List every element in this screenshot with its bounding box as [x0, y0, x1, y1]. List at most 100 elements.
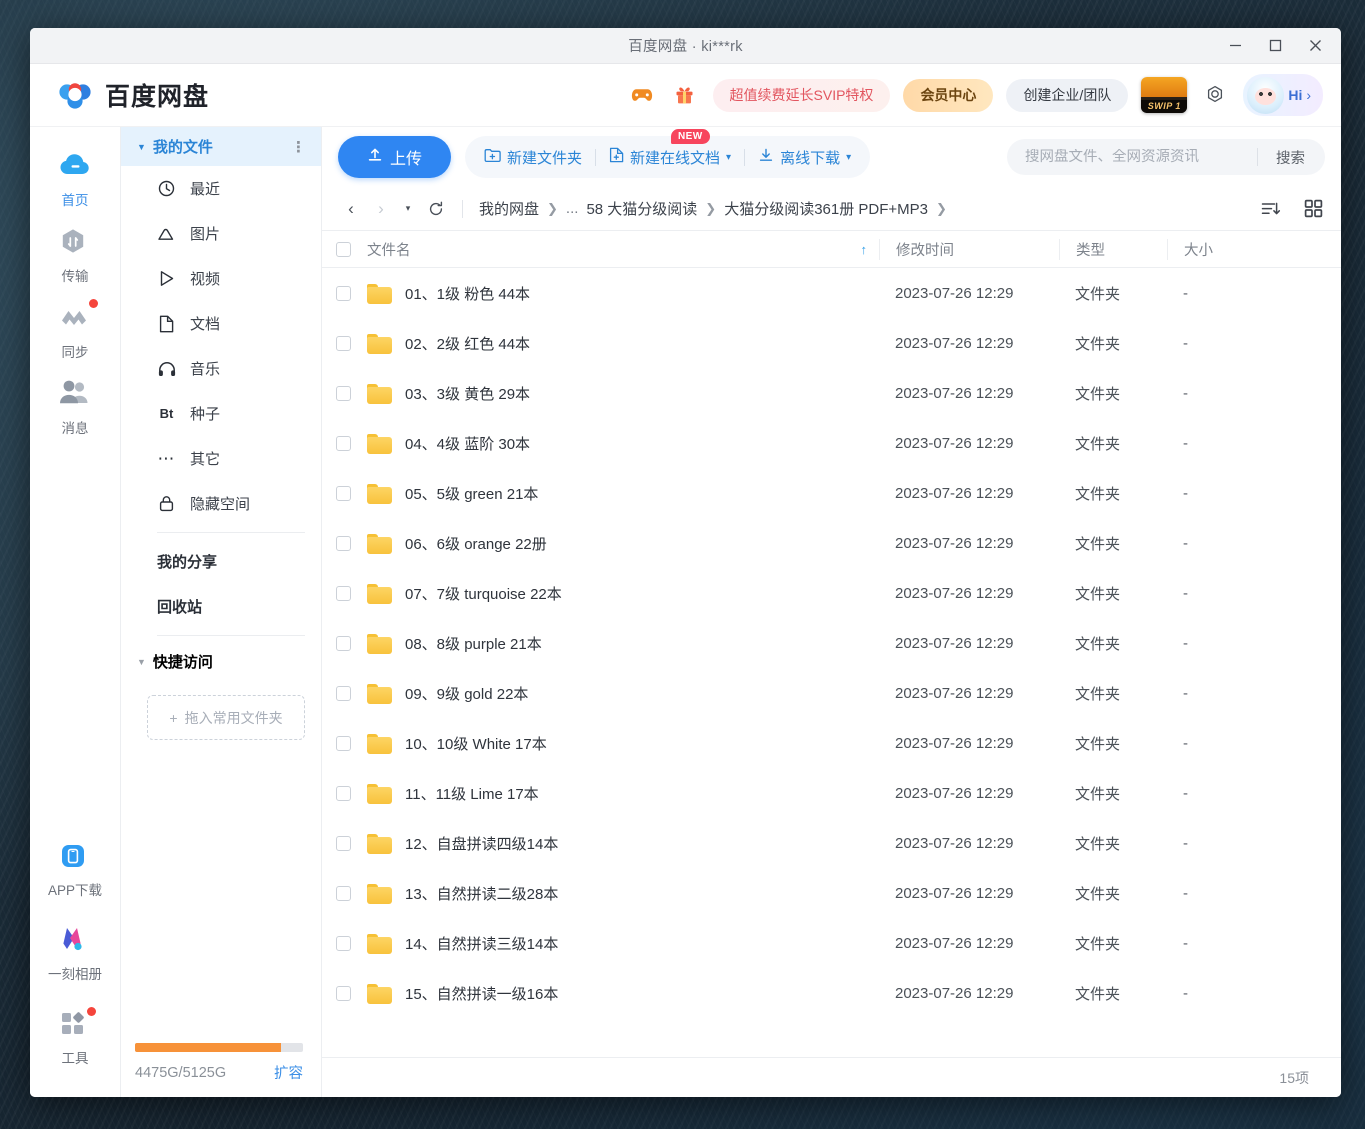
rail-item-sync[interactable]: 同步 [38, 293, 112, 369]
row-checkbox[interactable] [336, 936, 351, 951]
row-checkbox[interactable] [336, 486, 351, 501]
table-row[interactable]: 01、1级 粉色 44本2023-07-26 12:29文件夹- [322, 268, 1341, 318]
svip-promo-button[interactable]: 超值续费延长SVIP特权 [713, 79, 891, 112]
cell-filename: 06、6级 orange 22册 [351, 533, 879, 554]
tree-item-recycle-bin[interactable]: 回收站 [121, 584, 321, 629]
new-online-doc-button[interactable]: 新建在线文档 ▾ [596, 140, 744, 174]
swip-level-badge[interactable]: SWIP 1 [1141, 77, 1187, 113]
search-input[interactable] [1025, 149, 1255, 165]
minimize-button[interactable] [1215, 29, 1255, 63]
row-checkbox[interactable] [336, 836, 351, 851]
breadcrumb-item-current[interactable]: 大猫分级阅读361册 PDF+MP3 [724, 198, 928, 219]
nav-back-button[interactable]: ‹ [338, 196, 364, 222]
tree-section-quick-access[interactable]: ▼ 快捷访问 [121, 642, 321, 681]
row-checkbox[interactable] [336, 436, 351, 451]
tree-item-documents[interactable]: 文档 [121, 301, 321, 346]
table-row[interactable]: 03、3级 黄色 29本2023-07-26 12:29文件夹- [322, 368, 1341, 418]
tree-item-images[interactable]: 图片 [121, 211, 321, 256]
vip-center-button[interactable]: 会员中心 [903, 79, 993, 112]
row-checkbox[interactable] [336, 286, 351, 301]
brand-logo[interactable]: 百度网盘 [58, 77, 209, 113]
user-account-chip[interactable]: Hi › [1243, 74, 1323, 116]
column-header-size[interactable]: 大小 [1167, 239, 1287, 260]
table-row[interactable]: 02、2级 红色 44本2023-07-26 12:29文件夹- [322, 318, 1341, 368]
table-row[interactable]: 05、5级 green 21本2023-07-26 12:29文件夹- [322, 468, 1341, 518]
row-checkbox[interactable] [336, 886, 351, 901]
row-checkbox[interactable] [336, 786, 351, 801]
row-checkbox[interactable] [336, 336, 351, 351]
table-row[interactable]: 08、8级 purple 21本2023-07-26 12:29文件夹- [322, 618, 1341, 668]
table-row[interactable]: 13、自然拼读二级28本2023-07-26 12:29文件夹- [322, 868, 1341, 918]
tree-item-hidden-space[interactable]: 隐藏空间 [121, 481, 321, 526]
more-vertical-icon[interactable]: ⋮ [291, 138, 307, 156]
table-row[interactable]: 15、自然拼读一级16本2023-07-26 12:29文件夹- [322, 968, 1341, 1018]
breadcrumb-divider [462, 200, 463, 218]
tree-item-torrent[interactable]: Bt 种子 [121, 391, 321, 436]
left-rail: 首页 传输 同步 [30, 127, 121, 1097]
expand-storage-link[interactable]: 扩容 [274, 1062, 303, 1083]
table-row[interactable]: 14、自然拼读三级14本2023-07-26 12:29文件夹- [322, 918, 1341, 968]
cell-type: 文件夹 [1059, 333, 1167, 354]
grid-view-icon[interactable] [1301, 197, 1325, 221]
tree-item-recent[interactable]: 最近 [121, 166, 321, 211]
row-checkbox[interactable] [336, 386, 351, 401]
sort-ascending-icon: ↑ [861, 242, 868, 257]
rail-item-tools[interactable]: 工具 [38, 999, 112, 1075]
rail-item-transfer[interactable]: 传输 [38, 217, 112, 293]
new-folder-label: 新建文件夹 [507, 147, 582, 168]
row-checkbox[interactable] [336, 986, 351, 1001]
tree-root-label: 我的文件 [153, 136, 213, 157]
row-checkbox[interactable] [336, 636, 351, 651]
tree-item-label: 文档 [190, 313, 220, 334]
nav-history-caret-icon[interactable]: ▾ [398, 203, 418, 214]
cell-size: - [1167, 435, 1287, 452]
tree-root-my-files[interactable]: ▼ 我的文件 ⋮ [121, 127, 321, 166]
refresh-button[interactable] [422, 196, 450, 222]
tools-grid-icon [58, 1009, 92, 1041]
row-checkbox[interactable] [336, 586, 351, 601]
column-header-modified[interactable]: 修改时间 [879, 239, 1059, 260]
table-row[interactable]: 11、11级 Lime 17本2023-07-26 12:29文件夹- [322, 768, 1341, 818]
close-button[interactable] [1295, 29, 1335, 63]
search-button[interactable]: 搜索 [1260, 147, 1321, 168]
nav-forward-button[interactable]: › [368, 196, 394, 222]
breadcrumb-item-parent[interactable]: 58 大猫分级阅读 [586, 198, 697, 219]
select-all-checkbox[interactable] [336, 242, 351, 257]
list-sort-icon[interactable] [1259, 197, 1283, 221]
table-row[interactable]: 09、9级 gold 22本2023-07-26 12:29文件夹- [322, 668, 1341, 718]
row-checkbox[interactable] [336, 736, 351, 751]
gamepad-icon[interactable] [627, 80, 657, 110]
baidu-netdisk-window: 百度网盘 · ki***rk [30, 28, 1341, 1097]
table-row[interactable]: 06、6级 orange 22册2023-07-26 12:29文件夹- [322, 518, 1341, 568]
cell-size: - [1167, 735, 1287, 752]
rail-item-home[interactable]: 首页 [38, 141, 112, 217]
breadcrumb-ellipsis[interactable]: ... [566, 200, 579, 217]
rail-item-messages[interactable]: 消息 [38, 369, 112, 445]
table-row[interactable]: 07、7级 turquoise 22本2023-07-26 12:29文件夹- [322, 568, 1341, 618]
tree-item-videos[interactable]: 视频 [121, 256, 321, 301]
tree-item-others[interactable]: ⋯ 其它 [121, 436, 321, 481]
table-row[interactable]: 10、10级 White 17本2023-07-26 12:29文件夹- [322, 718, 1341, 768]
tree-item-my-shares[interactable]: 我的分享 [121, 539, 321, 584]
column-header-type[interactable]: 类型 [1059, 239, 1167, 260]
rail-item-photo-album[interactable]: 一刻相册 [38, 915, 112, 991]
table-row[interactable]: 04、4级 蓝阶 30本2023-07-26 12:29文件夹- [322, 418, 1341, 468]
row-checkbox[interactable] [336, 536, 351, 551]
search-box[interactable]: 搜索 [1007, 139, 1325, 175]
tree-item-music[interactable]: 音乐 [121, 346, 321, 391]
maximize-button[interactable] [1255, 29, 1295, 63]
gift-icon[interactable] [670, 80, 700, 110]
table-row[interactable]: 12、自盘拼读四级14本2023-07-26 12:29文件夹- [322, 818, 1341, 868]
breadcrumb-item-root[interactable]: 我的网盘 [479, 198, 539, 219]
quick-access-drop-zone[interactable]: + 拖入常用文件夹 [147, 695, 305, 740]
window-controls [1215, 29, 1341, 63]
row-checkbox[interactable] [336, 686, 351, 701]
gear-icon[interactable] [1200, 80, 1230, 110]
rail-item-app-download[interactable]: APP下载 [38, 831, 112, 907]
upload-button[interactable]: 上传 [338, 136, 451, 178]
create-team-button[interactable]: 创建企业/团队 [1006, 79, 1128, 112]
offline-download-button[interactable]: 离线下载 ▾ [745, 140, 864, 174]
file-list[interactable]: 01、1级 粉色 44本2023-07-26 12:29文件夹-02、2级 红色… [322, 268, 1341, 1057]
column-header-filename[interactable]: 文件名 ↑ [351, 239, 879, 260]
new-folder-button[interactable]: 新建文件夹 [471, 140, 595, 174]
